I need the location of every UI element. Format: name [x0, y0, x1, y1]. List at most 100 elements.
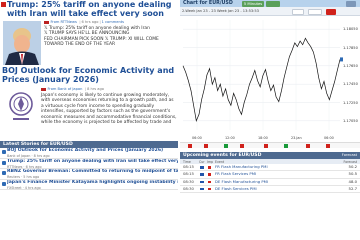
x-tick-label: 18:00 — [258, 136, 268, 140]
story-age: 8 hrs ago — [87, 87, 104, 91]
second-story-headline[interactable]: BOJ Outlook for Economic Activity and Pr… — [2, 66, 176, 84]
list-item[interactable]: RBNZ Governor Breman: Committed to retur… — [0, 169, 178, 180]
y-tick-label: 1.17450 — [343, 82, 358, 87]
chart-header: Chart for EUR/USD 5 Minutes — [180, 0, 360, 7]
timeframe-button[interactable]: 5 Minutes — [242, 0, 264, 7]
event-time: 08:30 — [183, 178, 194, 184]
chart-title: Chart for EUR/USD — [183, 1, 233, 6]
eu-flag-icon — [200, 187, 204, 191]
story-source[interactable]: From RTTNews — [51, 20, 77, 24]
event-name[interactable]: FR Flash Services PMI — [215, 171, 256, 177]
y-tick-label: 1.17250 — [343, 100, 358, 105]
latest-stories-title: Latest Stories for EUR/USD — [0, 141, 178, 148]
list-item-title[interactable]: Japan's Finance Minister Katayama highli… — [7, 180, 178, 186]
close-icon[interactable] — [326, 8, 336, 15]
series-line-eurusd — [182, 37, 341, 123]
event-marker-icon[interactable] — [240, 144, 244, 148]
list-item-title[interactable]: Trump: 25% tariff on anyone dealing with… — [7, 159, 178, 165]
news-column: Trump: 25% tariff on anyone dealing with… — [0, 0, 178, 200]
col-forecast: Forecast — [343, 159, 358, 164]
news-icon — [1, 160, 6, 165]
second-story: BOJ Outlook for Economic Activity and Pr… — [0, 66, 178, 138]
top-story-body: 𝕏 Trump: 25% tariff on anyone dealing wi… — [44, 26, 176, 48]
event-time: 08:30 — [183, 185, 194, 191]
event-marker-icon[interactable] — [284, 144, 288, 148]
event-marker-icon[interactable] — [306, 144, 310, 148]
chart-type-button[interactable] — [266, 0, 280, 7]
x-tick-label: 23.Jan — [291, 136, 302, 140]
event-row[interactable]: 08:30 DE Flash Services PMI 52.7 — [180, 185, 360, 194]
event-name[interactable]: DE Flash Manufacturing PMI — [215, 179, 268, 185]
list-item-meta: Reuters · 5 hrs ago — [7, 175, 40, 179]
col-importance: Imp — [207, 159, 214, 164]
event-row[interactable]: 08:15 FR Flash Manufacturing PMI 50.2 — [180, 164, 360, 172]
event-forecast: 50.2 — [348, 164, 357, 169]
col-time: Time — [183, 159, 191, 164]
chart-control-b[interactable] — [292, 8, 304, 15]
list-item[interactable]: Trump: 25% tariff on anyone dealing with… — [0, 159, 178, 169]
eu-flag-icon — [200, 180, 204, 184]
eu-flag-icon — [200, 166, 204, 169]
event-row[interactable]: 08:15 FR Flash Services PMI 50.5 — [180, 171, 360, 179]
body-line: while the economy is projected to be aff… — [41, 120, 172, 126]
event-time: 08:15 — [183, 171, 194, 177]
boj-logo[interactable] — [4, 90, 38, 124]
event-row[interactable]: 08:30 DE Flash Manufacturing PMI 48.0 — [180, 179, 360, 186]
story-comments[interactable]: 1 comments — [102, 20, 124, 24]
event-marker-icon[interactable] — [224, 144, 228, 148]
chart-control-c[interactable] — [308, 8, 322, 15]
y-tick-label: 1.18050 — [343, 27, 358, 32]
list-item-meta: FXStreet · 4 hrs ago — [7, 185, 41, 190]
event-marker-icon[interactable] — [264, 144, 268, 148]
events-title: Upcoming events for EUR/USD — [183, 153, 262, 158]
date-range[interactable]: 2-Week Jan 23 - 23 Week Jan 23 - 13:53:5… — [182, 9, 259, 13]
event-marker-icon[interactable] — [326, 144, 330, 148]
event-markers-bar — [180, 142, 360, 148]
event-name[interactable]: FR Flash Manufacturing PMI — [215, 164, 268, 170]
list-item-meta: Bank of Japan · 8 hrs ago — [7, 154, 50, 158]
chart-svg[interactable] — [180, 16, 360, 143]
top-story-headline[interactable]: Trump: 25% tariff on anyone dealing with… — [0, 0, 176, 18]
list-item[interactable]: BOJ Outlook for Economic Activity and Pr… — [0, 148, 178, 159]
second-story-body: Japan's economy is likely to continue gr… — [41, 93, 177, 125]
event-name[interactable]: DE Flash Services PMI — [215, 186, 257, 192]
event-forecast: 48.0 — [348, 178, 357, 184]
chart-toolbar: 2-Week Jan 23 - 23 Week Jan 23 - 13:53:5… — [180, 7, 360, 16]
importance-icon — [208, 173, 211, 176]
event-forecast: 52.7 — [348, 185, 357, 191]
col-event: Event — [215, 159, 225, 164]
body-line: intensifies, supported by factors such a… — [41, 109, 171, 115]
flag-icon — [41, 87, 46, 91]
expand-icon[interactable] — [346, 0, 356, 7]
event-forecast: 50.5 — [348, 171, 357, 177]
top-story-meta: From RTTNews | 6 hrs ago | 1 comments — [44, 20, 126, 24]
last-price-marker — [340, 57, 343, 62]
col-currency: Cur — [199, 159, 205, 164]
story-age: 6 hrs ago — [81, 20, 99, 24]
event-marker-icon[interactable] — [204, 144, 208, 148]
event-marker-icon[interactable] — [188, 144, 192, 148]
list-item[interactable]: Japan's Finance Minister Katayama highli… — [0, 180, 178, 190]
news-icon — [1, 171, 6, 175]
trump-photo[interactable] — [3, 21, 41, 65]
y-tick-label: 1.17850 — [343, 45, 358, 50]
importance-icon — [208, 166, 211, 169]
importance-icon — [208, 180, 211, 184]
quote-line: TOWARD THE END OF THE YEAR — [44, 42, 116, 48]
importance-icon — [208, 187, 211, 191]
second-story-meta: From Bank of Japan | 8 hrs ago — [41, 87, 104, 91]
x-tick-label: 06:00 — [324, 136, 334, 140]
story-source[interactable]: From Bank of Japan — [48, 87, 83, 91]
forecast-label: Forecast — [341, 153, 357, 157]
price-chart[interactable]: 1.18050 1.17850 1.17650 1.17450 1.17250 1.170… — [180, 16, 360, 148]
x-tick-label: 12:00 — [225, 136, 235, 140]
y-tick-label: 1.17050 — [343, 118, 358, 123]
upcoming-events: Upcoming events for EUR/USD Forecast Tim… — [180, 152, 360, 200]
y-tick-label: 1.17650 — [343, 63, 358, 68]
event-time: 08:15 — [183, 164, 194, 169]
news-icon — [1, 150, 6, 154]
chart-panel: Chart for EUR/USD 5 Minutes 2-Week Jan 2… — [180, 0, 360, 200]
x-tick-label: 06:00 — [192, 136, 202, 140]
list-item-meta: RTTNews · 6 hrs ago — [7, 164, 42, 169]
flag-icon — [44, 20, 49, 24]
